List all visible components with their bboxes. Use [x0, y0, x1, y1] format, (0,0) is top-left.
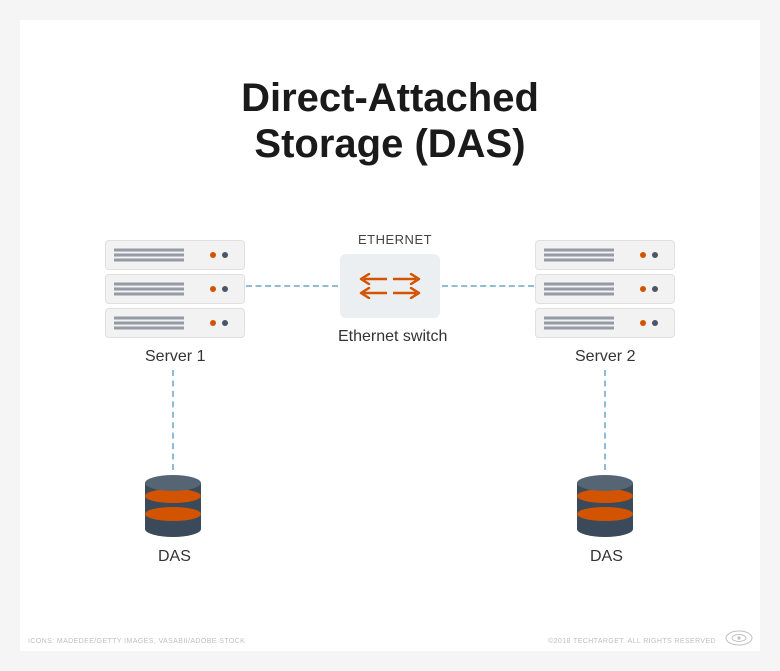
server-rack-unit	[105, 308, 245, 338]
link-server2-das2	[604, 370, 606, 470]
ethernet-switch-label: Ethernet switch	[338, 328, 447, 346]
das-1-label: DAS	[158, 548, 191, 566]
diagram-title: Direct-Attached Storage (DAS)	[20, 75, 760, 167]
arrow-right-icon	[393, 273, 423, 285]
ethernet-label: ETHERNET	[358, 232, 432, 247]
ethernet-switch-icon	[340, 254, 440, 318]
server-rack-unit	[535, 274, 675, 304]
server-2-icon	[535, 240, 675, 338]
server-rack-unit	[535, 240, 675, 270]
arrow-left-icon	[357, 273, 387, 285]
link-server1-switch	[246, 285, 338, 287]
das-2-label: DAS	[590, 548, 623, 566]
title-line-1: Direct-Attached	[241, 76, 539, 120]
title-line-2: Storage (DAS)	[254, 122, 525, 166]
server-1-icon	[105, 240, 245, 338]
arrow-left-icon	[357, 287, 387, 299]
arrow-right-icon	[393, 287, 423, 299]
footer-credits: ICONS: MADEDEE/GETTY IMAGES, VASABII/ADO…	[28, 638, 245, 645]
link-server1-das1	[172, 370, 174, 470]
server-1-label: Server 1	[145, 348, 205, 366]
server-2-label: Server 2	[575, 348, 635, 366]
footer-copyright: ©2018 TECHTARGET. ALL RIGHTS RESERVED	[548, 638, 716, 645]
diagram-canvas: Direct-Attached Storage (DAS) Server 1 S…	[20, 20, 760, 651]
server-rack-unit	[105, 274, 245, 304]
techtarget-logo-icon	[724, 629, 754, 647]
link-switch-server2	[442, 285, 534, 287]
server-rack-unit	[105, 240, 245, 270]
server-rack-unit	[535, 308, 675, 338]
das-1-icon	[145, 475, 201, 537]
das-2-icon	[577, 475, 633, 537]
